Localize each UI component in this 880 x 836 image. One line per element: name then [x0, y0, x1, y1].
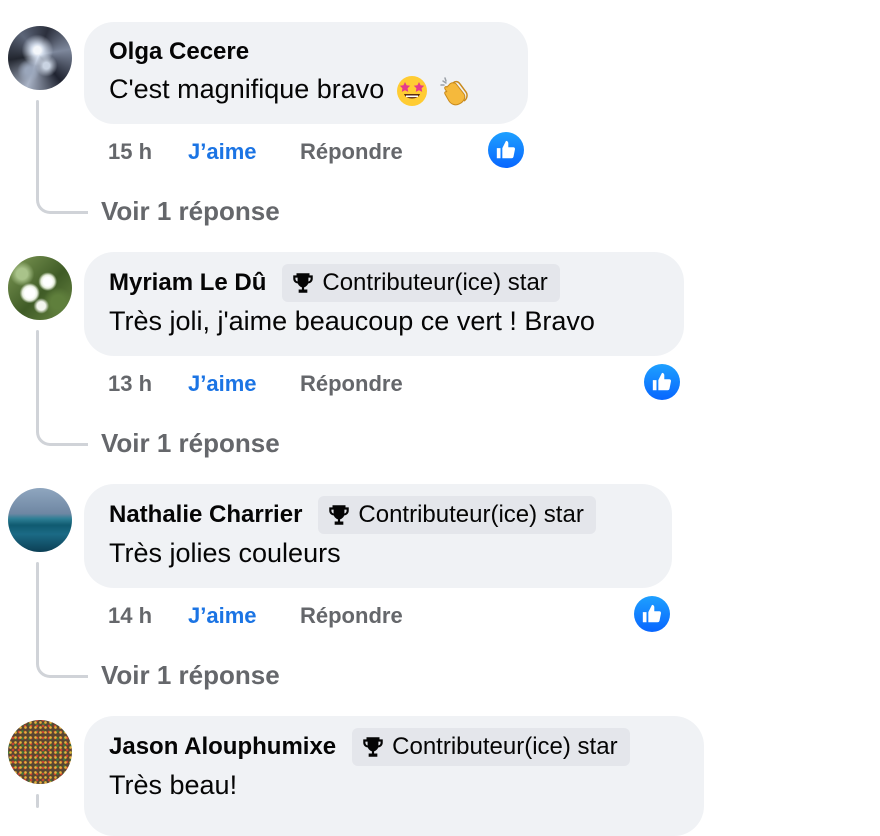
avatar[interactable] [8, 488, 72, 552]
comment-timestamp[interactable]: 13 h [108, 371, 188, 397]
thread-line [36, 330, 39, 427]
like-reaction-icon[interactable] [488, 132, 524, 168]
view-replies-link[interactable]: Voir 1 réponse [101, 660, 280, 691]
like-button[interactable]: J’aime [188, 139, 300, 165]
like-button[interactable]: J’aime [188, 371, 300, 397]
badge-label: Contributeur(ice) star [358, 501, 584, 528]
star-struck-emoji [396, 75, 427, 106]
comment-text: Très beau! [109, 770, 238, 800]
badge-label: Contributeur(ice) star [322, 269, 548, 296]
trophy-icon [293, 273, 314, 293]
comment-text: Très jolies couleurs [109, 538, 341, 568]
comment-bubble: Nathalie Charrier Contributeur(ice) star… [84, 484, 672, 588]
top-contributor-badge[interactable]: Contributeur(ice) star [282, 264, 560, 302]
avatar[interactable] [8, 720, 72, 784]
like-button[interactable]: J’aime [188, 603, 300, 629]
avatar[interactable] [8, 256, 72, 320]
comment-timestamp[interactable]: 14 h [108, 603, 188, 629]
comment-author[interactable]: Nathalie Charrier [109, 501, 302, 529]
thread-connector [36, 656, 88, 678]
trophy-icon [363, 737, 383, 757]
comment-thread: Olga Cecere C'est magnifique bravo 15 h … [0, 0, 880, 836]
trophy-icon [329, 505, 350, 525]
reply-button[interactable]: Répondre [300, 139, 403, 165]
reply-button[interactable]: Répondre [300, 603, 403, 629]
thumbs-up-icon [496, 140, 516, 159]
thumbs-up-icon [652, 372, 672, 391]
thread-connector [36, 192, 88, 214]
thread-line [36, 100, 39, 195]
avatar[interactable] [8, 26, 72, 90]
comment-actions: 15 h J’aime Répondre [108, 137, 403, 167]
comment-text: Très joli, j'aime beaucoup ce vert ! Bra… [109, 306, 595, 336]
reply-button[interactable]: Répondre [300, 371, 403, 397]
comment-author[interactable]: Myriam Le Dû [109, 269, 266, 297]
comment-timestamp[interactable]: 15 h [108, 139, 188, 165]
like-reaction-icon[interactable] [644, 364, 680, 400]
thumbs-up-icon [642, 604, 662, 623]
comment-actions: 13 h J’aime Répondre [108, 369, 403, 399]
comment-bubble: Jason Alouphumixe Contributeur(ice) star… [84, 716, 704, 836]
thread-connector [36, 424, 88, 446]
comment-bubble: Olga Cecere C'est magnifique bravo [84, 22, 528, 124]
top-contributor-badge[interactable]: Contributeur(ice) star [318, 496, 596, 534]
thread-line [36, 562, 39, 659]
comment-bubble: Myriam Le Dû Contributeur(ice) star Très… [84, 252, 684, 356]
comment-text: C'est magnifique bravo [109, 74, 471, 107]
like-reaction-icon[interactable] [634, 596, 670, 632]
comment-author[interactable]: Jason Alouphumixe [109, 733, 336, 761]
comment-text-content: C'est magnifique bravo [109, 74, 385, 104]
thread-line [36, 794, 39, 808]
badge-label: Contributeur(ice) star [392, 733, 618, 760]
clapping-hands-emoji [440, 77, 469, 106]
comment-author[interactable]: Olga Cecere [109, 38, 249, 66]
comment-actions: 14 h J’aime Répondre [108, 601, 403, 631]
top-contributor-badge[interactable]: Contributeur(ice) star [352, 728, 630, 766]
view-replies-link[interactable]: Voir 1 réponse [101, 196, 280, 227]
view-replies-link[interactable]: Voir 1 réponse [101, 428, 280, 459]
